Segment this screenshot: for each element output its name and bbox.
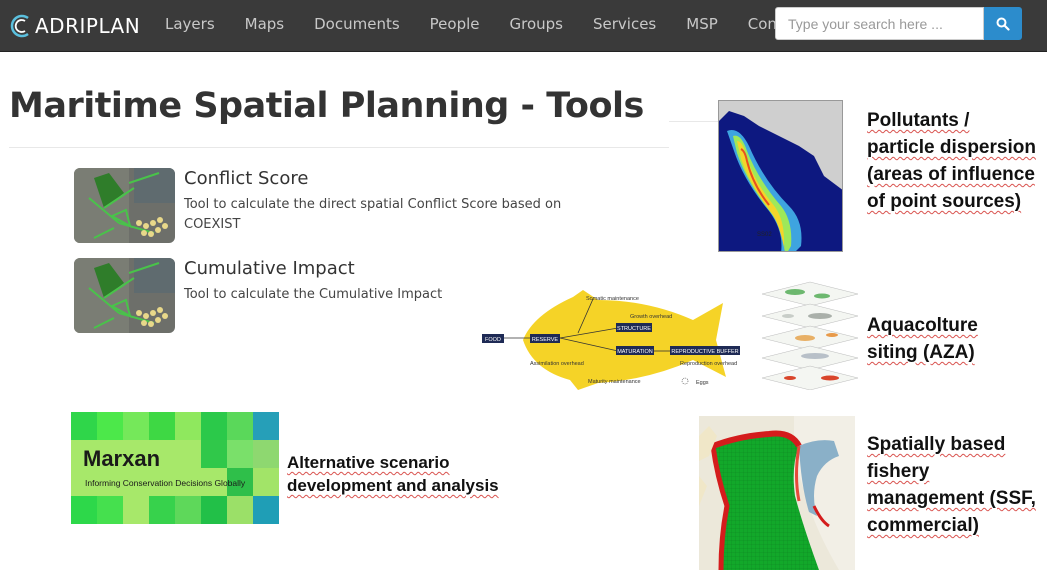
eggs-label: Eggs [696, 380, 709, 386]
reproduction-overhead-label: Reproduction overhead [680, 361, 737, 367]
nav-services[interactable]: Services [578, 0, 671, 48]
assimilation-overhead-label: Assimilation overhead [530, 361, 584, 367]
deb-energy-budget-diagram: FOOD RESERVE STRUCTURE MATURATION REPROD… [482, 290, 740, 390]
maturation-label: MATURATION [617, 349, 653, 355]
food-label: FOOD [485, 337, 501, 343]
nav-layers[interactable]: Layers [150, 0, 230, 48]
search-button[interactable] [984, 7, 1022, 40]
page-title: Maritime Spatial Planning - Tools [9, 86, 644, 126]
logo-mark-icon [10, 14, 29, 38]
title-divider-extension [669, 121, 719, 122]
cumulative-impact-thumbnail[interactable] [74, 258, 175, 333]
caption-aquaculture: Aquacolture siting (AZA) [867, 315, 978, 363]
marxan-subtitle: Informing Conservation Decisions Globall… [85, 478, 246, 488]
reserve-label: RESERVE [532, 337, 559, 343]
nav-groups[interactable]: Groups [495, 0, 578, 48]
aquaculture-layers-graphic [761, 281, 859, 390]
search-icon [996, 17, 1010, 31]
adriplan-logo[interactable]: ADRIPLAN [8, 11, 140, 41]
growth-overhead-label: Growth overhead [630, 314, 672, 320]
top-navbar: ADRIPLAN Layers Maps Documents People Gr… [0, 0, 1047, 52]
conflict-score-description: Tool to calculate the direct spatial Con… [184, 197, 562, 232]
nav-msp[interactable]: MSP [671, 0, 733, 48]
cumulative-impact-link[interactable]: Cumulative Impact [184, 258, 355, 279]
caption-fishery: Spatially based fishery management (SSF,… [867, 434, 1036, 536]
somatic-maintenance-label: Somatic maintenance [586, 296, 639, 302]
marxan-title: Marxan [83, 446, 160, 471]
main-nav: Layers Maps Documents People Groups Serv… [150, 0, 829, 48]
caption-pollutants: Pollutants / particle dispersion (areas … [867, 110, 1036, 212]
pollutant-dispersion-map[interactable]: SS02 [718, 100, 843, 252]
nav-documents[interactable]: Documents [299, 0, 415, 48]
fishery-management-map[interactable] [699, 416, 855, 570]
search-bar [775, 7, 1022, 40]
title-divider [9, 147, 669, 148]
search-input[interactable] [775, 7, 984, 40]
dispersion-map-label: SS02 [757, 232, 772, 238]
structure-label: STRUCTURE [617, 326, 651, 332]
maturity-maintenance-label: Maturity maintenance [588, 379, 641, 385]
marxan-banner[interactable]: Marxan Informing Conservation Decisions … [71, 412, 279, 524]
reproductive-buffer-label: REPRODUCTIVE BUFFER [671, 349, 738, 355]
tool-conflict-score: Conflict Score Tool to calculate the dir… [74, 168, 561, 244]
nav-maps[interactable]: Maps [230, 0, 299, 48]
caption-scenario: Alternative scenario development and ana… [287, 453, 499, 495]
conflict-score-link[interactable]: Conflict Score [184, 168, 308, 189]
conflict-score-thumbnail[interactable] [74, 168, 175, 243]
logo-text: ADRIPLAN [35, 14, 141, 38]
nav-people[interactable]: People [415, 0, 495, 48]
